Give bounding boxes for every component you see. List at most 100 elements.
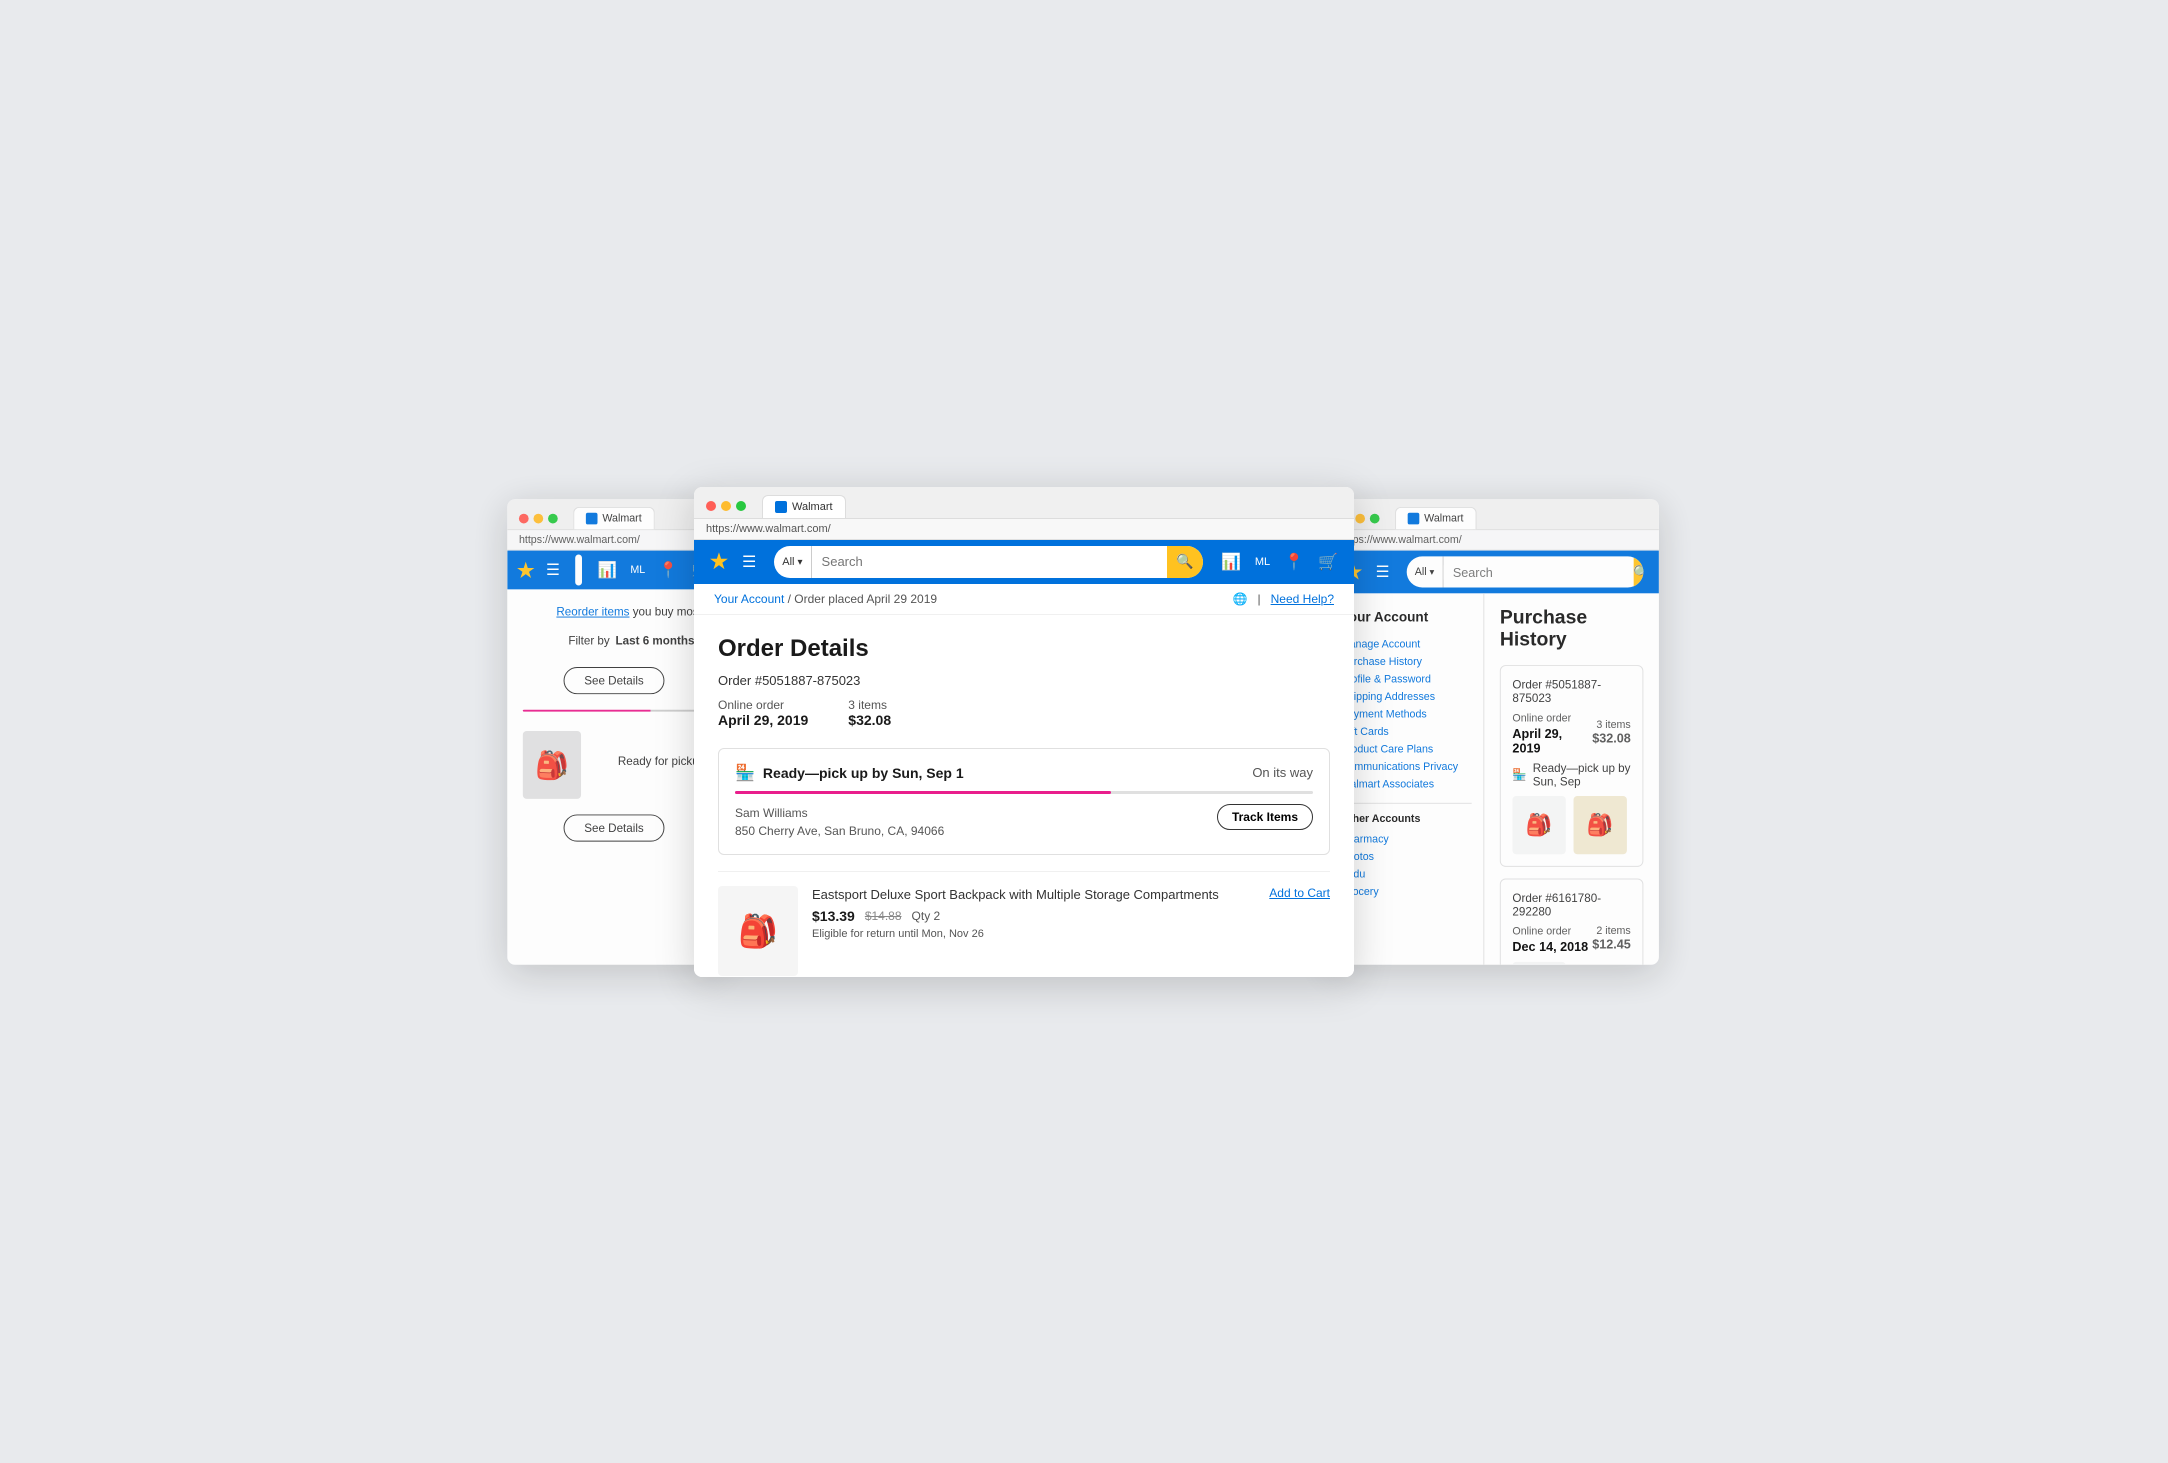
backpack-icon-1: 🎒 xyxy=(535,748,569,780)
order-card-1[interactable]: Order #5051887-875023 Online order April… xyxy=(1500,665,1644,867)
right-search-button[interactable]: 🔍 xyxy=(1633,556,1643,587)
right-tab[interactable]: Walmart xyxy=(1395,506,1476,528)
shipment-status: On its way xyxy=(1252,765,1313,780)
reorder-link[interactable]: Reorder items xyxy=(556,604,629,618)
center-tab-label: Walmart xyxy=(792,501,833,513)
order-card-meta-right-2: 2 items $12.45 xyxy=(1592,925,1631,951)
center-maximize-button[interactable] xyxy=(736,501,746,511)
left-close-button[interactable] xyxy=(519,513,529,523)
see-details-button-1[interactable]: See Details xyxy=(564,667,664,694)
purchase-history-panel: Purchase History Order #5051887-875023 O… xyxy=(1484,593,1659,965)
left-location-icon[interactable]: 📍 xyxy=(659,560,678,579)
sidebar-item-profile-password[interactable]: Profile & Password xyxy=(1341,670,1472,687)
center-tab[interactable]: Walmart xyxy=(762,495,846,518)
center-hamburger-icon[interactable]: ☰ xyxy=(742,552,756,572)
sidebar-item-photos[interactable]: Photos xyxy=(1341,848,1472,865)
sidebar-item-communications-privacy[interactable]: Communications Privacy xyxy=(1341,758,1472,775)
right-address-bar[interactable]: https://www.walmart.com/ xyxy=(1329,530,1659,550)
sidebar-primary-items: Manage Account Purchase History Profile … xyxy=(1341,635,1472,792)
center-location-icon[interactable]: 📍 xyxy=(1284,552,1304,572)
sidebar-item-grocery[interactable]: Grocery xyxy=(1341,883,1472,900)
left-product-image-1: 🎒 xyxy=(523,731,581,799)
sidebar-item-pharmacy[interactable]: Pharmacy xyxy=(1341,830,1472,847)
order-type-item: Online order April 29, 2019 xyxy=(718,698,808,728)
right-tab-label: Walmart xyxy=(1424,512,1463,524)
order-card-product-img-1a: 🎒 xyxy=(1512,796,1565,854)
right-tab-bar: Walmart xyxy=(1395,506,1647,528)
center-cart-icon[interactable]: 🛒 xyxy=(1318,552,1338,572)
center-search-input[interactable] xyxy=(812,554,1167,569)
left-browser-chrome: Walmart xyxy=(507,499,720,530)
left-search-dropdown[interactable]: All xyxy=(575,554,581,585)
right-search-input[interactable] xyxy=(1443,564,1633,579)
order-meta: Online order April 29, 2019 3 items $32.… xyxy=(718,698,1330,728)
order-card-meta-left-1: Online order April 29, 2019 xyxy=(1512,708,1592,755)
purchase-history-title: Purchase History xyxy=(1500,606,1644,651)
center-reorder-icon[interactable]: 📊 xyxy=(1221,552,1241,572)
order-card-type-2: Online order xyxy=(1512,926,1571,938)
center-user-label[interactable]: ML xyxy=(1255,556,1270,568)
center-search-button[interactable]: 🔍 xyxy=(1167,546,1203,578)
shipment-section: 🏪 Ready—pick up by Sun, Sep 1 On its way… xyxy=(718,748,1330,855)
sidebar-item-walmart-associates[interactable]: Walmart Associates xyxy=(1341,775,1472,792)
shipment-label-1: Ready—pick up by Sun, Sep xyxy=(1533,761,1631,788)
globe-icon: 🌐 xyxy=(1233,592,1248,606)
right-favicon-icon xyxy=(1408,512,1420,524)
order-card-shipment-1: 🏪 Ready—pick up by Sun, Sep xyxy=(1512,761,1630,788)
left-minimize-button[interactable] xyxy=(533,513,543,523)
sidebar-item-product-care-plans[interactable]: Product Care Plans xyxy=(1341,740,1472,757)
price-original-1: $14.88 xyxy=(865,909,902,923)
need-help-link[interactable]: Need Help? xyxy=(1271,592,1334,606)
sidebar-item-manage-account[interactable]: Manage Account xyxy=(1341,635,1472,652)
account-breadcrumb-link[interactable]: Your Account xyxy=(714,592,784,606)
filter-value[interactable]: Last 6 months xyxy=(616,634,695,648)
center-minimize-button[interactable] xyxy=(721,501,731,511)
right-search-dropdown[interactable]: All xyxy=(1407,556,1443,587)
left-tab[interactable]: Walmart xyxy=(573,506,654,528)
right-browser-chrome: Walmart xyxy=(1329,499,1659,530)
center-close-button[interactable] xyxy=(706,501,716,511)
left-maximize-button[interactable] xyxy=(548,513,558,523)
product-actions-1: Add to Cart xyxy=(1269,886,1330,900)
sidebar-item-shipping-addresses[interactable]: Shipping Addresses xyxy=(1341,688,1472,705)
left-browser-window: Walmart https://www.walmart.com/ ★ ☰ All… xyxy=(507,499,720,965)
product-name-1: Eastsport Deluxe Sport Backpack with Mul… xyxy=(812,886,1255,904)
left-hamburger-icon[interactable]: ☰ xyxy=(546,560,560,579)
sidebar-item-payment-methods[interactable]: Payment Methods xyxy=(1341,705,1472,722)
center-nav-icons: 📊 ML 📍 🛒 xyxy=(1221,552,1338,572)
left-favicon-icon xyxy=(586,512,598,524)
order-number: Order #5051887-875023 xyxy=(718,673,1330,688)
center-search-container: All 🔍 xyxy=(774,546,1203,578)
right-hamburger-icon[interactable]: ☰ xyxy=(1376,562,1390,581)
left-search-container: All 🔍 xyxy=(575,554,581,585)
order-card-total-2: $12.45 xyxy=(1592,936,1631,951)
right-maximize-button[interactable] xyxy=(1370,513,1380,523)
center-address-bar[interactable]: https://www.walmart.com/ xyxy=(694,519,1354,540)
center-search-dropdown[interactable]: All xyxy=(774,546,811,578)
left-reorder-icon[interactable]: 📊 xyxy=(597,560,616,579)
breadcrumb-divider: | xyxy=(1258,592,1261,606)
sidebar-item-vudu[interactable]: Vudu xyxy=(1341,865,1472,882)
see-details-button-2[interactable]: See Details xyxy=(564,814,664,841)
sidebar-item-purchase-history[interactable]: Purchase History xyxy=(1341,653,1472,670)
price-current-1: $13.39 xyxy=(812,908,855,924)
filter-label: Filter by xyxy=(568,634,609,648)
center-browser-chrome: Walmart xyxy=(694,487,1354,519)
order-card-number-1: Order #5051887-875023 xyxy=(1512,677,1630,704)
left-address-bar[interactable]: https://www.walmart.com/ xyxy=(507,530,720,550)
add-to-cart-1[interactable]: Add to Cart xyxy=(1269,886,1330,900)
filter-row: Filter by Last 6 months xyxy=(523,634,705,648)
order-card-meta-2: Online order Dec 14, 2018 2 items $12.45 xyxy=(1512,922,1630,954)
other-accounts-title: Other Accounts xyxy=(1341,813,1472,825)
left-user-label[interactable]: ML xyxy=(630,564,645,576)
right-minimize-button[interactable] xyxy=(1355,513,1365,523)
order-card-2[interactable]: Order #6161780-292280 Online order Dec 1… xyxy=(1500,878,1644,964)
sidebar-divider xyxy=(1341,802,1472,803)
sidebar-item-gift-cards[interactable]: Gift Cards xyxy=(1341,723,1472,740)
order-card-products-1: 🎒 🎒 xyxy=(1512,796,1630,854)
order-card-product-img-2a: 🎒 xyxy=(1512,961,1565,964)
order-card-items-1: 3 items xyxy=(1592,718,1631,730)
track-items-button[interactable]: Track Items xyxy=(1217,804,1313,830)
product-qty-1: Qty 2 xyxy=(912,909,941,923)
center-walmart-logo: ★ xyxy=(710,549,728,574)
